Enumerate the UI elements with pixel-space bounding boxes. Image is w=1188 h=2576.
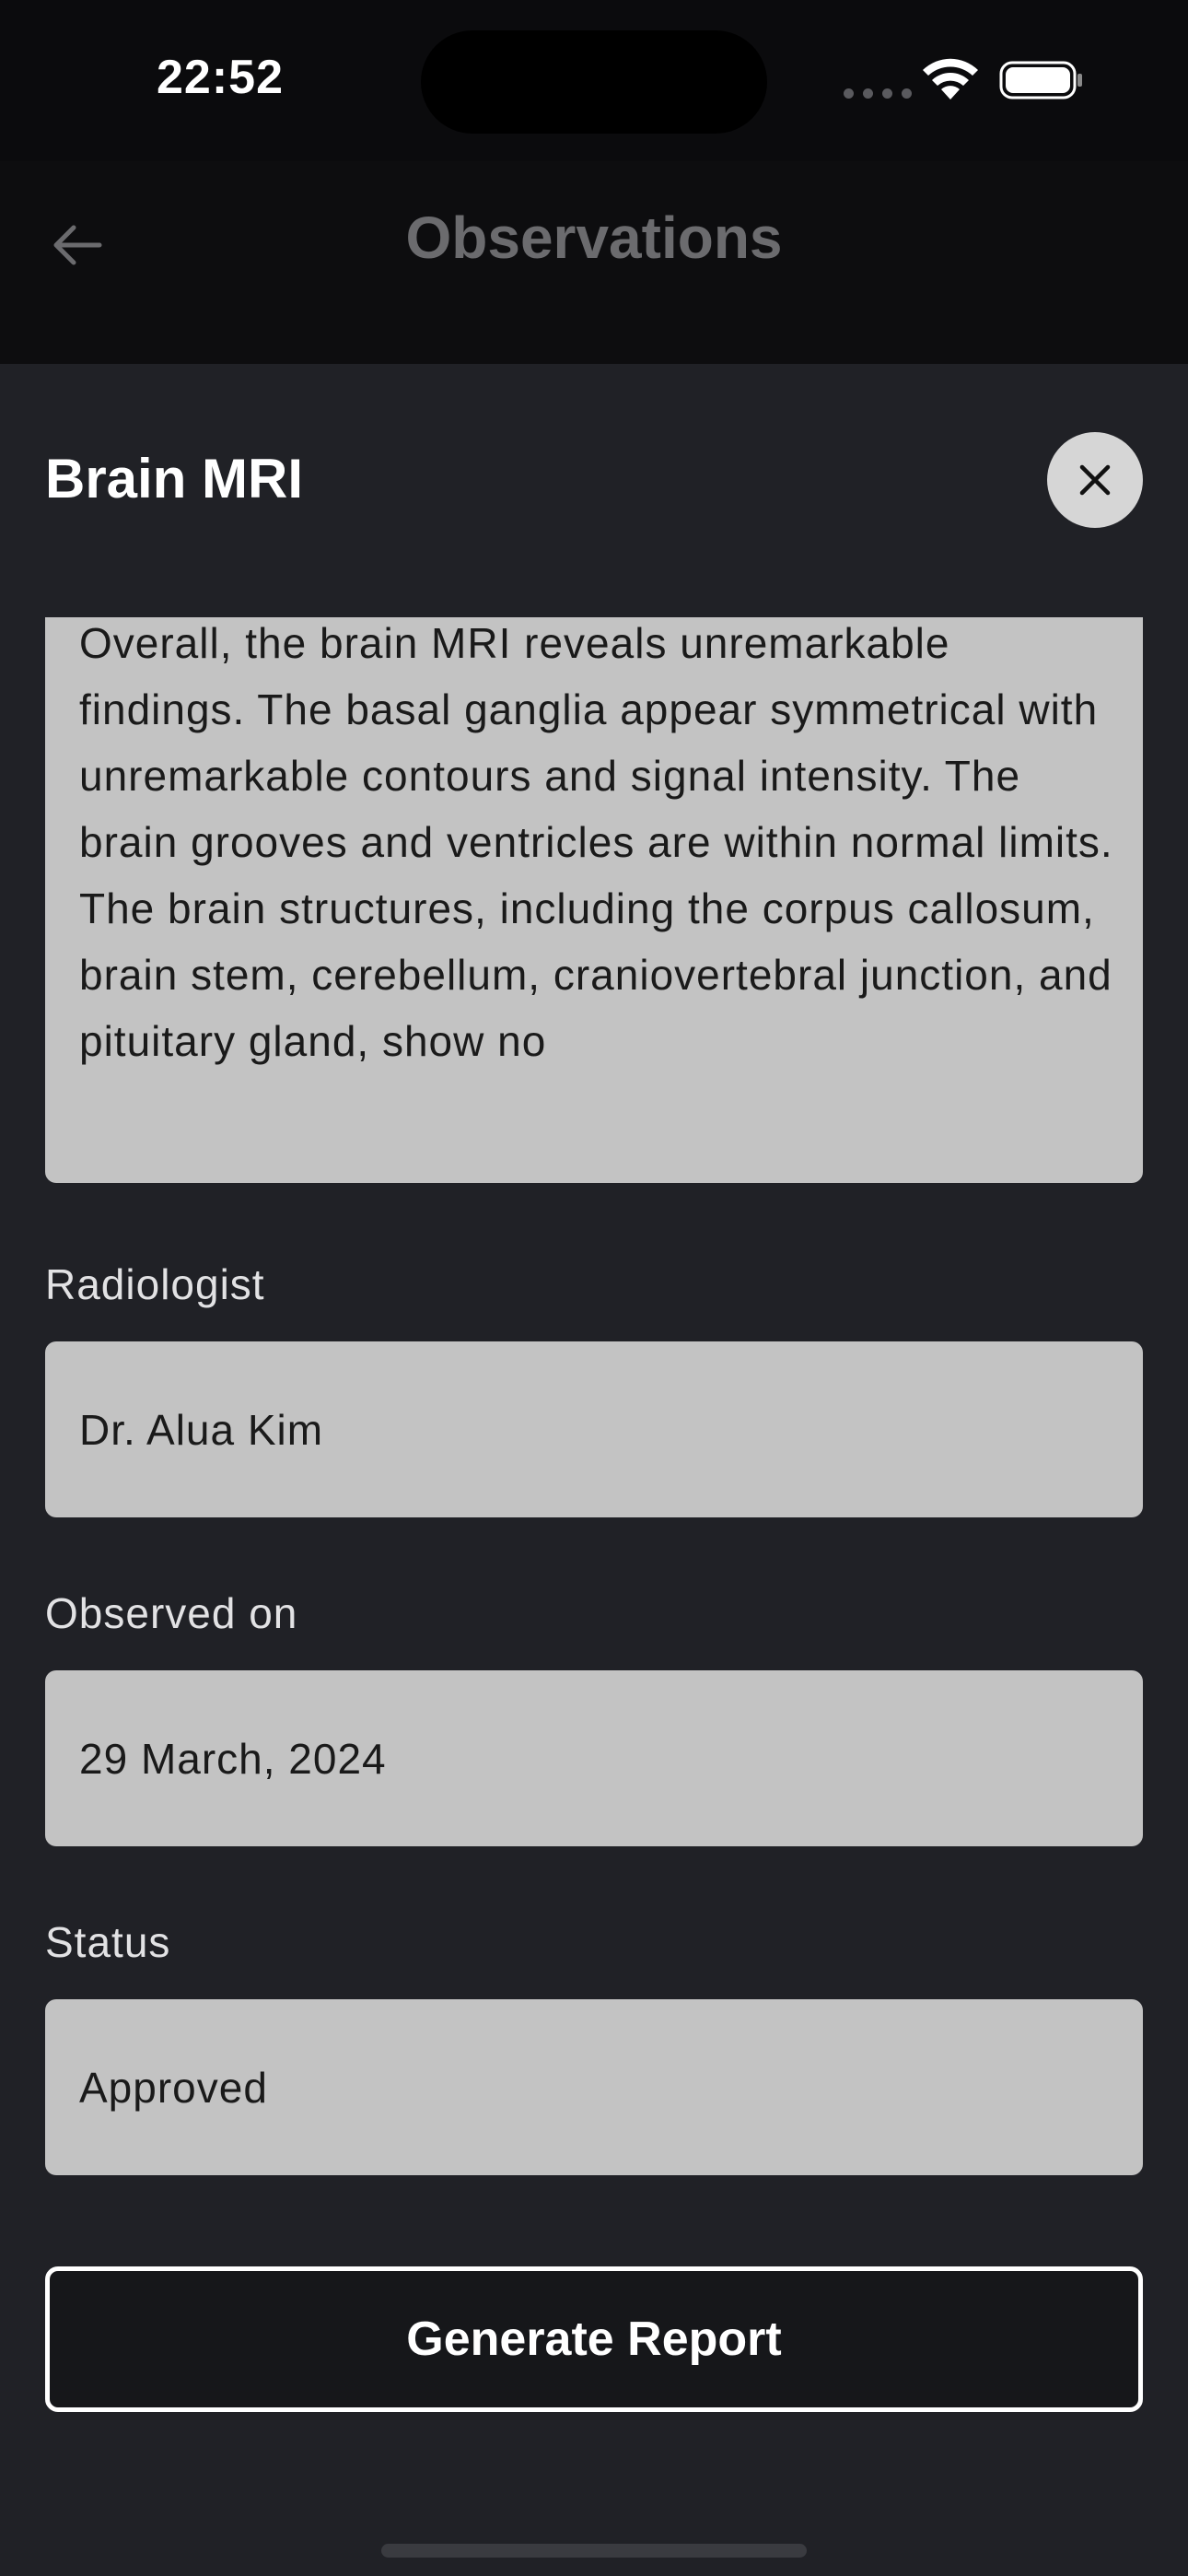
- findings-textarea[interactable]: Overall, the brain MRI reveals unremarka…: [45, 617, 1143, 1183]
- status-label: Status: [45, 1918, 171, 1966]
- findings-text: Overall, the brain MRI reveals unremarka…: [79, 619, 1113, 1065]
- close-button[interactable]: [1047, 432, 1143, 528]
- status-bar: 22:52: [0, 0, 1188, 161]
- status-time: 22:52: [157, 51, 284, 104]
- observed-on-label: Observed on: [45, 1589, 298, 1637]
- observed-on-field[interactable]: [45, 1670, 1143, 1846]
- home-indicator: [381, 2544, 807, 2558]
- battery-icon: [999, 61, 1082, 100]
- observation-detail-sheet: Brain MRI Overall, the brain MRI reveals…: [0, 364, 1188, 2576]
- wifi-icon: [923, 58, 978, 100]
- close-icon: [1079, 464, 1111, 496]
- nav-header: Observations: [0, 161, 1188, 364]
- radiologist-label: Radiologist: [45, 1260, 265, 1308]
- sheet-title: Brain MRI: [45, 448, 304, 509]
- dynamic-island: [421, 30, 767, 134]
- radiologist-field[interactable]: [45, 1341, 1143, 1517]
- generate-report-button[interactable]: Generate Report: [45, 2266, 1143, 2412]
- page-title: Observations: [405, 205, 783, 271]
- cellular-signal-icon: [844, 88, 912, 99]
- status-field[interactable]: [45, 1999, 1143, 2175]
